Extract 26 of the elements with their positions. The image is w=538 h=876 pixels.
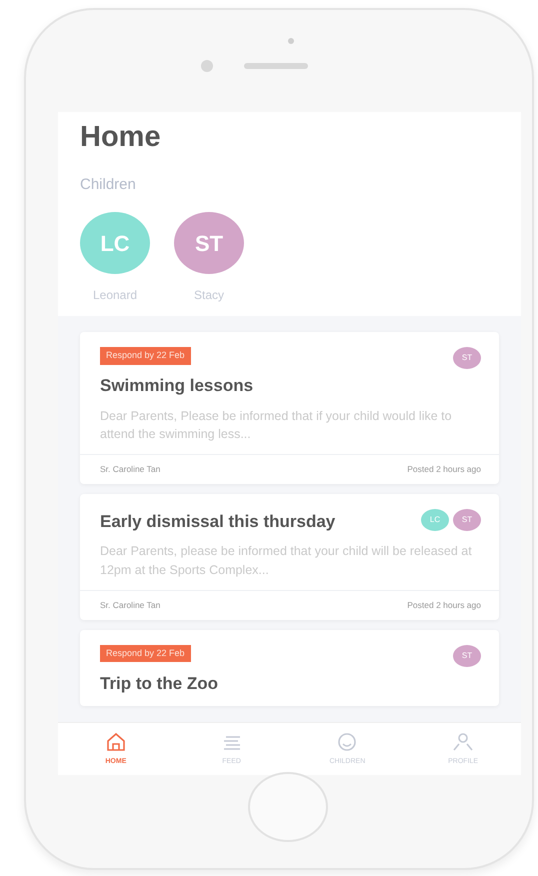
person-icon <box>452 730 474 753</box>
posted-time: Posted 2 hours ago <box>407 463 481 476</box>
child-avatar: ST <box>453 644 481 666</box>
child-avatar[interactable]: LC <box>80 212 150 274</box>
camera-icon <box>201 60 213 72</box>
posted-time: Posted 2 hours ago <box>407 598 481 612</box>
child-name: Stacy <box>194 287 224 304</box>
page-title: Home <box>80 120 162 155</box>
notice-title: Trip to the Zoo <box>100 672 220 694</box>
child-avatar: ST <box>453 347 481 369</box>
section-label: Children <box>80 174 137 194</box>
notice-title: Swimming lessons <box>100 375 254 397</box>
speaker-grille <box>244 63 308 69</box>
home-icon <box>104 730 127 753</box>
smiley-icon <box>336 730 358 753</box>
deadline-tag: Respond by 22 Feb <box>100 347 191 364</box>
deadline-tag: Respond by 22 Feb <box>100 644 191 662</box>
child-avatar[interactable]: ST <box>174 212 244 274</box>
child-avatar: ST <box>453 508 481 531</box>
notice-author: Sr. Caroline Tan <box>100 598 160 612</box>
notice-card[interactable]: Respond by 22 Feb ST Trip to the Zoo <box>80 630 499 706</box>
sensor-icon <box>288 38 294 44</box>
notice-title: Early dismissal this thursday <box>100 510 336 533</box>
notice-author: Sr. Caroline Tan <box>100 463 160 476</box>
child-avatar: LC <box>421 508 449 531</box>
child-name: Leonard <box>92 287 138 304</box>
